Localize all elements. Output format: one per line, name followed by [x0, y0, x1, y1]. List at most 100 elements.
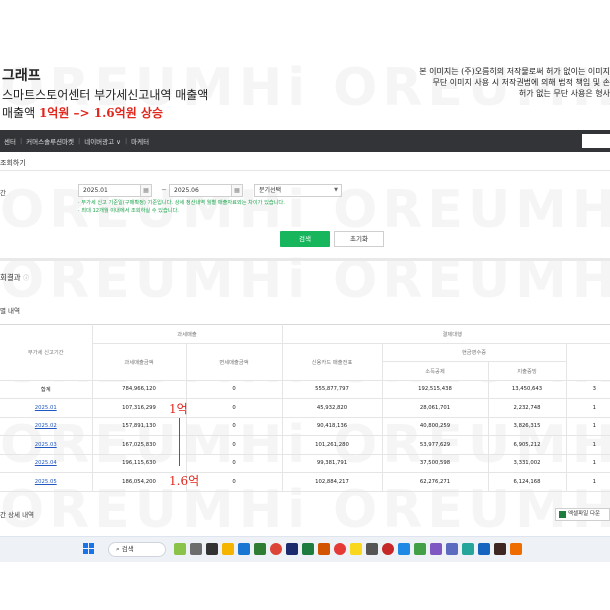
table-row-total: 합계 784,966,120 0 555,877,797 192,515,438… [0, 380, 610, 399]
windows-start-icon[interactable] [83, 543, 95, 555]
cell-extra: 1 [565, 398, 610, 418]
nav-item-commerce-market[interactable]: 커머스솔루션마켓 [22, 136, 78, 146]
cell-card: 45,932,820 [281, 398, 382, 418]
column-header: 소득공제 [381, 361, 488, 381]
illustrator-icon[interactable] [494, 543, 506, 555]
record-icon[interactable] [382, 543, 394, 555]
taskbar-app-icon[interactable] [510, 543, 522, 555]
heading-title: 그래프 [2, 68, 41, 84]
search-button[interactable]: 검색 [280, 231, 330, 247]
cell-expense: 6,905,212 [487, 435, 566, 455]
quarter-select-value: 분기선택 [259, 187, 282, 194]
taskbar-app-icon[interactable] [334, 543, 346, 555]
cell-extra: 1 [565, 417, 610, 436]
nav-item-naver-ads[interactable]: 네이버광고 ∨ [80, 136, 125, 146]
cell-extra: 1 [565, 472, 610, 492]
taskbar-app-icon[interactable] [446, 543, 458, 555]
table-row: 2025.01 107,316,299 0 45,932,820 28,061,… [0, 398, 610, 418]
taskbar-app-icon[interactable] [414, 543, 426, 555]
cell-income: 37,500,598 [381, 454, 488, 473]
overlay-heading: 그래프 스마트스토어센터 부가세신고내역 매출액 매출액 1억원 –> 1.6억… [2, 66, 208, 122]
cell-taxable: 784,966,120 [91, 380, 186, 399]
taskbar-app-icon[interactable] [174, 543, 186, 555]
taskbar-app-icon[interactable] [190, 543, 202, 555]
top-navigation: 센터 | 커머스솔루션마켓 | 네이버광고 ∨ | 마케터 [0, 130, 610, 152]
taskbar-app-icon[interactable] [430, 543, 442, 555]
taskbar-app-icon[interactable] [238, 543, 250, 555]
cell-card: 555,877,797 [281, 380, 382, 399]
cell-card: 90,418,136 [281, 417, 382, 436]
results-title: 회결과 ⓘ [0, 272, 29, 283]
period-link[interactable]: 2025.03 [0, 435, 92, 455]
column-header [565, 343, 610, 381]
filter-title: 조회하기 [0, 159, 26, 167]
section-divider [0, 258, 610, 261]
cell-extra: 3 [565, 380, 610, 399]
annotation-line [179, 418, 180, 466]
taskbar-app-icon[interactable] [366, 543, 378, 555]
powerpoint-icon[interactable] [318, 543, 330, 555]
info-icon[interactable]: ⓘ [23, 275, 29, 282]
cell-extra: 1 [565, 435, 610, 455]
notice-line: 허가 없는 무단 사용은 형사 [518, 89, 610, 98]
nav-item-center[interactable]: 센터 [0, 136, 20, 146]
cell-income: 40,800,259 [381, 417, 488, 436]
table-row: 2025.04 196,115,630 0 99,381,791 37,500,… [0, 454, 610, 473]
chevron-down-icon: ▼ [334, 187, 338, 193]
nav-item-marketer[interactable]: 마케터 [127, 136, 153, 146]
cell-expense: 6,124,168 [487, 472, 566, 492]
folder-icon[interactable] [222, 543, 234, 555]
chrome-icon[interactable] [270, 543, 282, 555]
kakaotalk-icon[interactable] [350, 543, 362, 555]
cell-income: 192,515,438 [381, 380, 488, 399]
cell-expense: 13,450,643 [487, 380, 566, 399]
cell-income: 62,276,271 [381, 472, 488, 492]
cell-card: 99,381,791 [281, 454, 382, 473]
column-header: 과세매출금액 [91, 343, 186, 381]
cell-exempt: 0 [185, 398, 282, 418]
period-link[interactable]: 2025.01 [0, 398, 92, 418]
calendar-icon[interactable]: ▦ [140, 184, 152, 197]
help-text: · 최대 12개월 이내에서 조회하실 수 있습니다. [78, 208, 179, 214]
taskbar-app-icon[interactable] [478, 543, 490, 555]
reset-button[interactable]: 초기화 [334, 231, 384, 247]
cell-exempt: 0 [185, 417, 282, 436]
group-header: 현금영수증 [381, 343, 566, 362]
quarter-select[interactable]: 분기선택 ▼ [254, 184, 342, 197]
cell-taxable: 167,025,830 [91, 435, 186, 455]
cell-expense: 2,232,748 [487, 398, 566, 418]
results-subtitle: 별 내역 [0, 307, 21, 315]
column-header: 면세매출금액 [185, 343, 282, 381]
taskbar-app-icon[interactable] [398, 543, 410, 555]
excel-app-icon[interactable] [302, 543, 314, 555]
taskbar-app-icon[interactable] [462, 543, 474, 555]
group-header: 결제대행 [281, 324, 610, 344]
nav-search-box[interactable] [582, 134, 610, 148]
help-text: · 부가세 신고 기준일(구매확정) 기준입니다. 상세 정산내역 월별 매출자… [78, 200, 285, 206]
taskbar-app-icon[interactable] [206, 543, 218, 555]
taskbar-search-label: 검색 [121, 545, 134, 553]
excel-icon [559, 511, 566, 518]
cell-card: 102,884,217 [281, 472, 382, 492]
period-link[interactable]: 2025.04 [0, 454, 92, 473]
period-label: 간 [0, 189, 6, 197]
table-row: 2025.03 167,025,830 0 101,261,280 53,977… [0, 435, 610, 455]
vat-report-table: 부가세 신고기간 과세매출 결제대행 과세매출금액 면세매출금액 신용카드 매출… [0, 324, 610, 492]
windows-taskbar: ⌕ 검색 [0, 536, 610, 562]
period-link[interactable]: 2025.05 [0, 472, 92, 492]
group-header: 과세매출 [91, 324, 282, 344]
taskbar-search[interactable]: ⌕ 검색 [108, 542, 166, 557]
premiere-icon[interactable] [286, 543, 298, 555]
calendar-icon[interactable]: ▦ [231, 184, 243, 197]
cell-expense: 3,331,002 [487, 454, 566, 473]
period-link[interactable]: 2025.02 [0, 417, 92, 436]
cell-period: 합계 [0, 380, 92, 399]
excel-download-button[interactable]: 엑셀파일 다운 [555, 508, 610, 521]
copyright-notice: 본 이미지는 (주)오름히의 저작물로써 허가 없이는 이미지 무단 이미지 사… [380, 66, 610, 99]
annotation-end-value: 1.6억 [169, 474, 200, 488]
column-header: 부가세 신고기간 [0, 324, 92, 381]
taskbar-app-icon[interactable] [254, 543, 266, 555]
cell-extra: 1 [565, 454, 610, 473]
notice-line: 본 이미지는 (주)오름히의 저작물로써 허가 없이는 이미지 [419, 67, 610, 76]
cell-taxable: 157,891,130 [91, 417, 186, 436]
